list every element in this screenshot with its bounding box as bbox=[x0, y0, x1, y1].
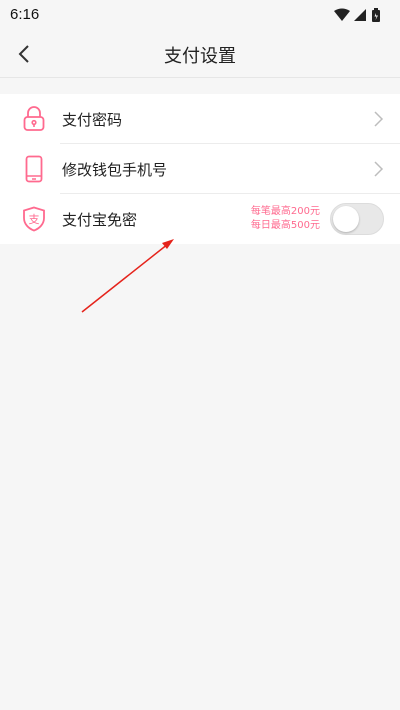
per-transaction-limit: 每笔最高200元 bbox=[250, 206, 320, 217]
alipay-no-password-row: 支 支付宝免密 每笔最高200元 每日最高500元 bbox=[0, 194, 400, 244]
status-icons bbox=[332, 7, 388, 23]
settings-list: 支付密码 修改钱包手机号 支 支付宝免密 每笔最高200元 每日最高500元 bbox=[0, 94, 400, 244]
payment-password-row[interactable]: 支付密码 bbox=[0, 94, 400, 144]
status-bar: 6:16 bbox=[0, 0, 400, 30]
page-title: 支付设置 bbox=[164, 46, 236, 67]
signal-icon bbox=[354, 9, 366, 21]
app-bar: 支付设置 bbox=[0, 30, 400, 78]
alipay-shield-icon: 支 bbox=[20, 205, 48, 233]
change-wallet-phone-label: 修改钱包手机号 bbox=[62, 161, 168, 179]
wifi-icon bbox=[334, 8, 350, 21]
alipay-icon-char: 支 bbox=[29, 213, 40, 226]
daily-limit: 每日最高500元 bbox=[250, 220, 320, 231]
status-time: 6:16 bbox=[10, 6, 40, 23]
alipay-no-password-label: 支付宝免密 bbox=[62, 211, 138, 229]
payment-password-label: 支付密码 bbox=[62, 111, 123, 129]
lock-icon bbox=[20, 105, 48, 133]
phone-icon bbox=[20, 155, 48, 183]
alipay-no-password-toggle[interactable] bbox=[330, 203, 384, 235]
change-wallet-phone-row[interactable]: 修改钱包手机号 bbox=[0, 144, 400, 194]
chevron-right-icon bbox=[374, 161, 384, 177]
limit-text: 每笔最高200元 每日最高500元 bbox=[251, 205, 320, 233]
battery-icon bbox=[372, 8, 380, 22]
toggle-knob bbox=[333, 206, 359, 232]
chevron-right-icon bbox=[374, 111, 384, 127]
